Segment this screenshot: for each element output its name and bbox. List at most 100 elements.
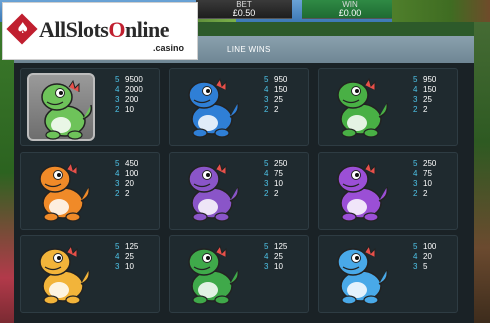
payout-list: 5 950 4 150 3 25 2 2 <box>264 75 310 115</box>
payout-count: 5 <box>264 242 269 251</box>
payout-value: 950 <box>274 75 288 84</box>
payout-row: 5 125 <box>115 242 161 252</box>
bet-value: £0.50 <box>232 8 256 18</box>
green-red-dinosaur-icon <box>325 73 393 141</box>
payout-value: 100 <box>423 242 437 251</box>
payout-row: 4 2000 <box>115 85 161 95</box>
blue-dinosaur-egg-icon <box>176 73 244 141</box>
payout-value: 10 <box>423 179 432 188</box>
spade-icon: ♠ <box>16 19 30 37</box>
payout-count: 3 <box>264 179 269 188</box>
payout-value: 200 <box>125 95 139 104</box>
payout-row: 2 10 <box>115 105 161 115</box>
payout-row: 3 10 <box>115 262 161 272</box>
win-value: £0.00 <box>338 8 362 18</box>
payout-count: 4 <box>264 85 269 94</box>
payout-list: 5 125 4 25 3 10 <box>264 242 310 272</box>
blue-baby-dinosaur-icon <box>325 240 393 308</box>
payout-value: 25 <box>274 95 283 104</box>
payout-value: 25 <box>125 252 134 261</box>
payout-value: 150 <box>423 85 437 94</box>
payout-row: 3 10 <box>264 262 310 272</box>
payout-value: 5 <box>423 262 428 271</box>
paytable-cell: 5 250 4 75 3 10 2 2 <box>169 152 309 230</box>
payout-row: 5 9500 <box>115 75 161 85</box>
paytable-cell: 5 950 4 150 3 25 2 2 <box>169 68 309 146</box>
payout-value: 10 <box>274 179 283 188</box>
payout-value: 2 <box>423 105 428 114</box>
paytable-panel[interactable]: LINE WINS 5 9500 4 2000 3 200 2 10 5 950 4 150 3 25 2 2… <box>14 36 474 323</box>
payout-list: 5 9500 4 2000 3 200 2 10 <box>115 75 161 115</box>
payout-value: 250 <box>423 159 437 168</box>
payout-value: 20 <box>125 179 134 188</box>
payout-row: 3 25 <box>264 95 310 105</box>
payout-row: 22 <box>264 105 310 115</box>
payout-count: 3 <box>413 95 418 104</box>
bet-meter: BET £0.50 <box>196 0 292 19</box>
payout-value: 2 <box>125 189 130 198</box>
payout-row: 4 100 <box>115 169 161 179</box>
payout-count: 4 <box>115 169 120 178</box>
payout-count: 3 <box>115 95 120 104</box>
watermark-sub: .casino <box>153 43 185 53</box>
payout-count: 5 <box>413 159 418 168</box>
payout-row: 4 20 <box>413 252 459 262</box>
background-jungle-right <box>474 22 490 323</box>
payout-value: 10 <box>125 105 134 114</box>
payout-count: 4 <box>264 169 269 178</box>
payout-value: 10 <box>274 262 283 271</box>
payout-value: 950 <box>423 75 437 84</box>
paytable-cell: 5 125 4 25 3 10 <box>20 235 160 313</box>
payout-row: 5 100 <box>413 242 459 252</box>
payout-value: 25 <box>274 252 283 261</box>
payout-value: 20 <box>423 252 432 261</box>
payout-row: 5 450 <box>115 159 161 169</box>
background-jungle-left <box>0 22 14 323</box>
payout-value: 2 <box>423 189 428 198</box>
payout-count: 3 <box>264 95 269 104</box>
payout-count: 4 <box>115 85 120 94</box>
payout-list: 5 250 4 75 3 10 2 2 <box>264 159 310 199</box>
payout-row: 3 10 <box>264 179 310 189</box>
orange-dinosaur-icon <box>27 157 95 225</box>
payout-row: 5 125 <box>264 242 310 252</box>
wild-green-dinosaur-icon <box>27 73 95 141</box>
payout-list: 5 450 4 100 3 20 2 2 <box>115 159 161 199</box>
payout-count: 5 <box>115 159 120 168</box>
payout-count: 3 <box>115 179 120 188</box>
payout-value: 75 <box>423 169 432 178</box>
payout-value: 25 <box>423 95 432 104</box>
payout-row: 22 <box>115 189 161 199</box>
payout-count: 3 <box>413 179 418 188</box>
payout-row: 22 <box>264 189 310 199</box>
payout-row: 4 25 <box>115 252 161 262</box>
payout-count: 3 <box>264 262 269 271</box>
payout-value: 125 <box>274 242 288 251</box>
payout-row: 3 10 <box>413 179 459 189</box>
payout-value: 100 <box>125 169 139 178</box>
payout-count: 5 <box>264 159 269 168</box>
payout-count: 5 <box>115 75 120 84</box>
paytable-cell: 5 9500 4 2000 3 200 2 10 <box>20 68 160 146</box>
payout-value: 450 <box>125 159 139 168</box>
purple-dinosaur-icon <box>176 157 244 225</box>
payout-row: 5 950 <box>264 75 310 85</box>
payout-row: 22 <box>413 189 459 199</box>
yellow-dinosaur-icon <box>27 240 95 308</box>
payout-row: 5 250 <box>413 159 459 169</box>
purple-baby-dinosaur-icon <box>325 157 393 225</box>
payout-count: 5 <box>115 242 120 251</box>
payout-row: 3 25 <box>413 95 459 105</box>
paytable-cell: 5 100 4 20 3 5 <box>318 235 458 313</box>
payout-row: 3 20 <box>115 179 161 189</box>
payout-value: 9500 <box>125 75 143 84</box>
payout-count: 4 <box>115 252 120 261</box>
payout-count: 3 <box>413 262 418 271</box>
paytable-cell: 5 450 4 100 3 20 2 2 <box>20 152 160 230</box>
payout-count: 4 <box>413 252 418 261</box>
watermark-logo: ♠ AllSlotsOnline .casino <box>2 2 198 60</box>
payout-row: 4 75 <box>413 169 459 179</box>
payout-count: 4 <box>264 252 269 261</box>
win-meter: WIN £0.00 <box>302 0 398 19</box>
paytable-cell: 5 125 4 25 3 10 <box>169 235 309 313</box>
